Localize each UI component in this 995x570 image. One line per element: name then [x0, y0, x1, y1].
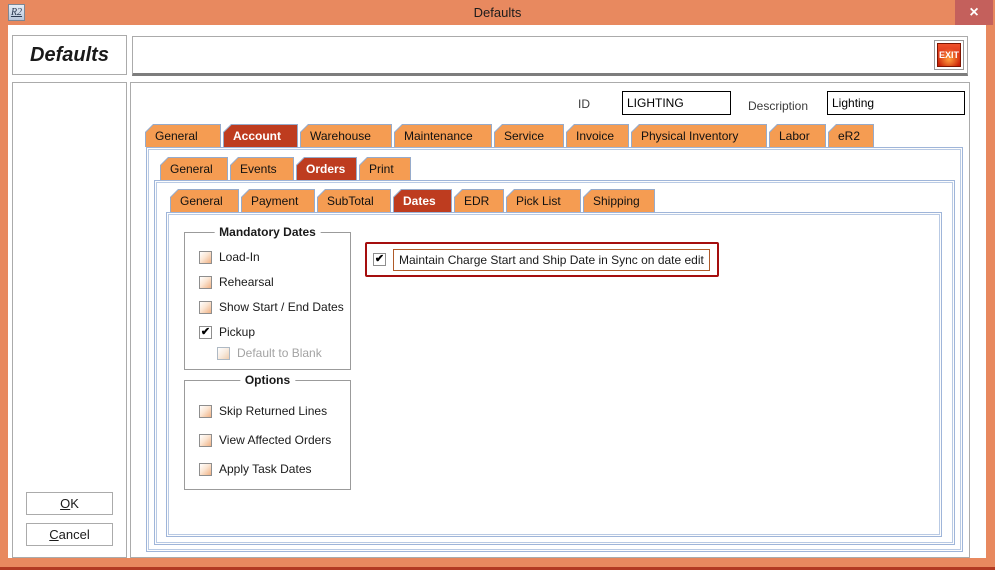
rehearsal-label[interactable]: Rehearsal: [219, 275, 274, 289]
skip-returned-lines-label[interactable]: Skip Returned Lines: [219, 404, 327, 418]
mandatory-dates-title: Mandatory Dates: [214, 225, 321, 239]
tab-row-level2: General Events Orders Print: [160, 157, 413, 180]
id-field[interactable]: [622, 91, 731, 115]
page-title: Defaults: [12, 35, 127, 75]
view-affected-orders-label[interactable]: View Affected Orders: [219, 433, 331, 447]
ok-button[interactable]: OK: [26, 492, 113, 515]
sync-label[interactable]: Maintain Charge Start and Ship Date in S…: [393, 249, 710, 271]
apply-task-dates-label[interactable]: Apply Task Dates: [219, 462, 312, 476]
checkbox-row-view-affected-orders[interactable]: View Affected Orders: [199, 433, 331, 447]
close-button[interactable]: ×: [955, 0, 993, 25]
tab-er2[interactable]: eR2: [828, 124, 874, 147]
show-start-end-checkbox[interactable]: [199, 301, 212, 314]
exit-icon: EXIT: [937, 43, 961, 67]
tab-pick-list[interactable]: Pick List: [506, 189, 581, 212]
description-label: Description: [748, 94, 808, 118]
checkbox-row-pickup[interactable]: ✔ Pickup: [199, 325, 255, 339]
tab-general-l2[interactable]: General: [160, 157, 228, 180]
tab-events[interactable]: Events: [230, 157, 294, 180]
tab-account[interactable]: Account: [223, 124, 298, 147]
sync-highlight-box: ✔ Maintain Charge Start and Ship Date in…: [365, 242, 719, 277]
skip-returned-lines-checkbox[interactable]: [199, 405, 212, 418]
sidebar-panel: OK Cancel: [12, 82, 127, 558]
tab-general-l1[interactable]: General: [145, 124, 221, 147]
checkbox-row-show-start-end[interactable]: Show Start / End Dates: [199, 300, 344, 314]
view-affected-orders-checkbox[interactable]: [199, 434, 212, 447]
tab-dates[interactable]: Dates: [393, 189, 452, 212]
tab-invoice[interactable]: Invoice: [566, 124, 629, 147]
tab-service[interactable]: Service: [494, 124, 564, 147]
checkbox-row-skip-returned-lines[interactable]: Skip Returned Lines: [199, 404, 327, 418]
default-to-blank-checkbox: [217, 347, 230, 360]
tab-labor[interactable]: Labor: [769, 124, 826, 147]
pickup-checkbox[interactable]: ✔: [199, 326, 212, 339]
tab-warehouse[interactable]: Warehouse: [300, 124, 392, 147]
tab-general-l3[interactable]: General: [170, 189, 239, 212]
tab-orders[interactable]: Orders: [296, 157, 357, 180]
exit-button[interactable]: EXIT: [934, 40, 964, 70]
show-start-end-label[interactable]: Show Start / End Dates: [219, 300, 344, 314]
mandatory-dates-group: Mandatory Dates Load-In Rehearsal Show S…: [184, 232, 351, 370]
tab-payment[interactable]: Payment: [241, 189, 315, 212]
default-to-blank-label: Default to Blank: [237, 346, 322, 360]
tab-maintenance[interactable]: Maintenance: [394, 124, 492, 147]
cancel-button[interactable]: Cancel: [26, 523, 113, 546]
description-field[interactable]: [827, 91, 965, 115]
checkbox-row-load-in[interactable]: Load-In: [199, 250, 260, 264]
tab-edr[interactable]: EDR: [454, 189, 504, 212]
tab-physical-inventory[interactable]: Physical Inventory: [631, 124, 767, 147]
apply-task-dates-checkbox[interactable]: [199, 463, 212, 476]
id-label: ID: [578, 92, 590, 116]
tab-shipping[interactable]: Shipping: [583, 189, 655, 212]
sync-checkbox[interactable]: ✔: [373, 253, 386, 266]
window-title: Defaults: [0, 0, 995, 25]
tab-subtotal[interactable]: SubTotal: [317, 189, 391, 212]
rehearsal-checkbox[interactable]: [199, 276, 212, 289]
options-title: Options: [240, 373, 295, 387]
checkbox-row-rehearsal[interactable]: Rehearsal: [199, 275, 274, 289]
checkbox-row-apply-task-dates[interactable]: Apply Task Dates: [199, 462, 312, 476]
tab-row-level1: General Account Warehouse Maintenance Se…: [145, 124, 876, 147]
close-icon: ×: [969, 5, 978, 21]
title-bar: R2 Defaults ×: [0, 0, 995, 25]
tab-print[interactable]: Print: [359, 157, 411, 180]
options-group: Options Skip Returned Lines View Affecte…: [184, 380, 351, 490]
checkbox-row-default-to-blank: Default to Blank: [217, 346, 322, 360]
pickup-label[interactable]: Pickup: [219, 325, 255, 339]
load-in-checkbox[interactable]: [199, 251, 212, 264]
toolbar: EXIT: [132, 36, 968, 76]
load-in-label[interactable]: Load-In: [219, 250, 260, 264]
tab-row-level3: General Payment SubTotal Dates EDR Pick …: [170, 189, 657, 212]
